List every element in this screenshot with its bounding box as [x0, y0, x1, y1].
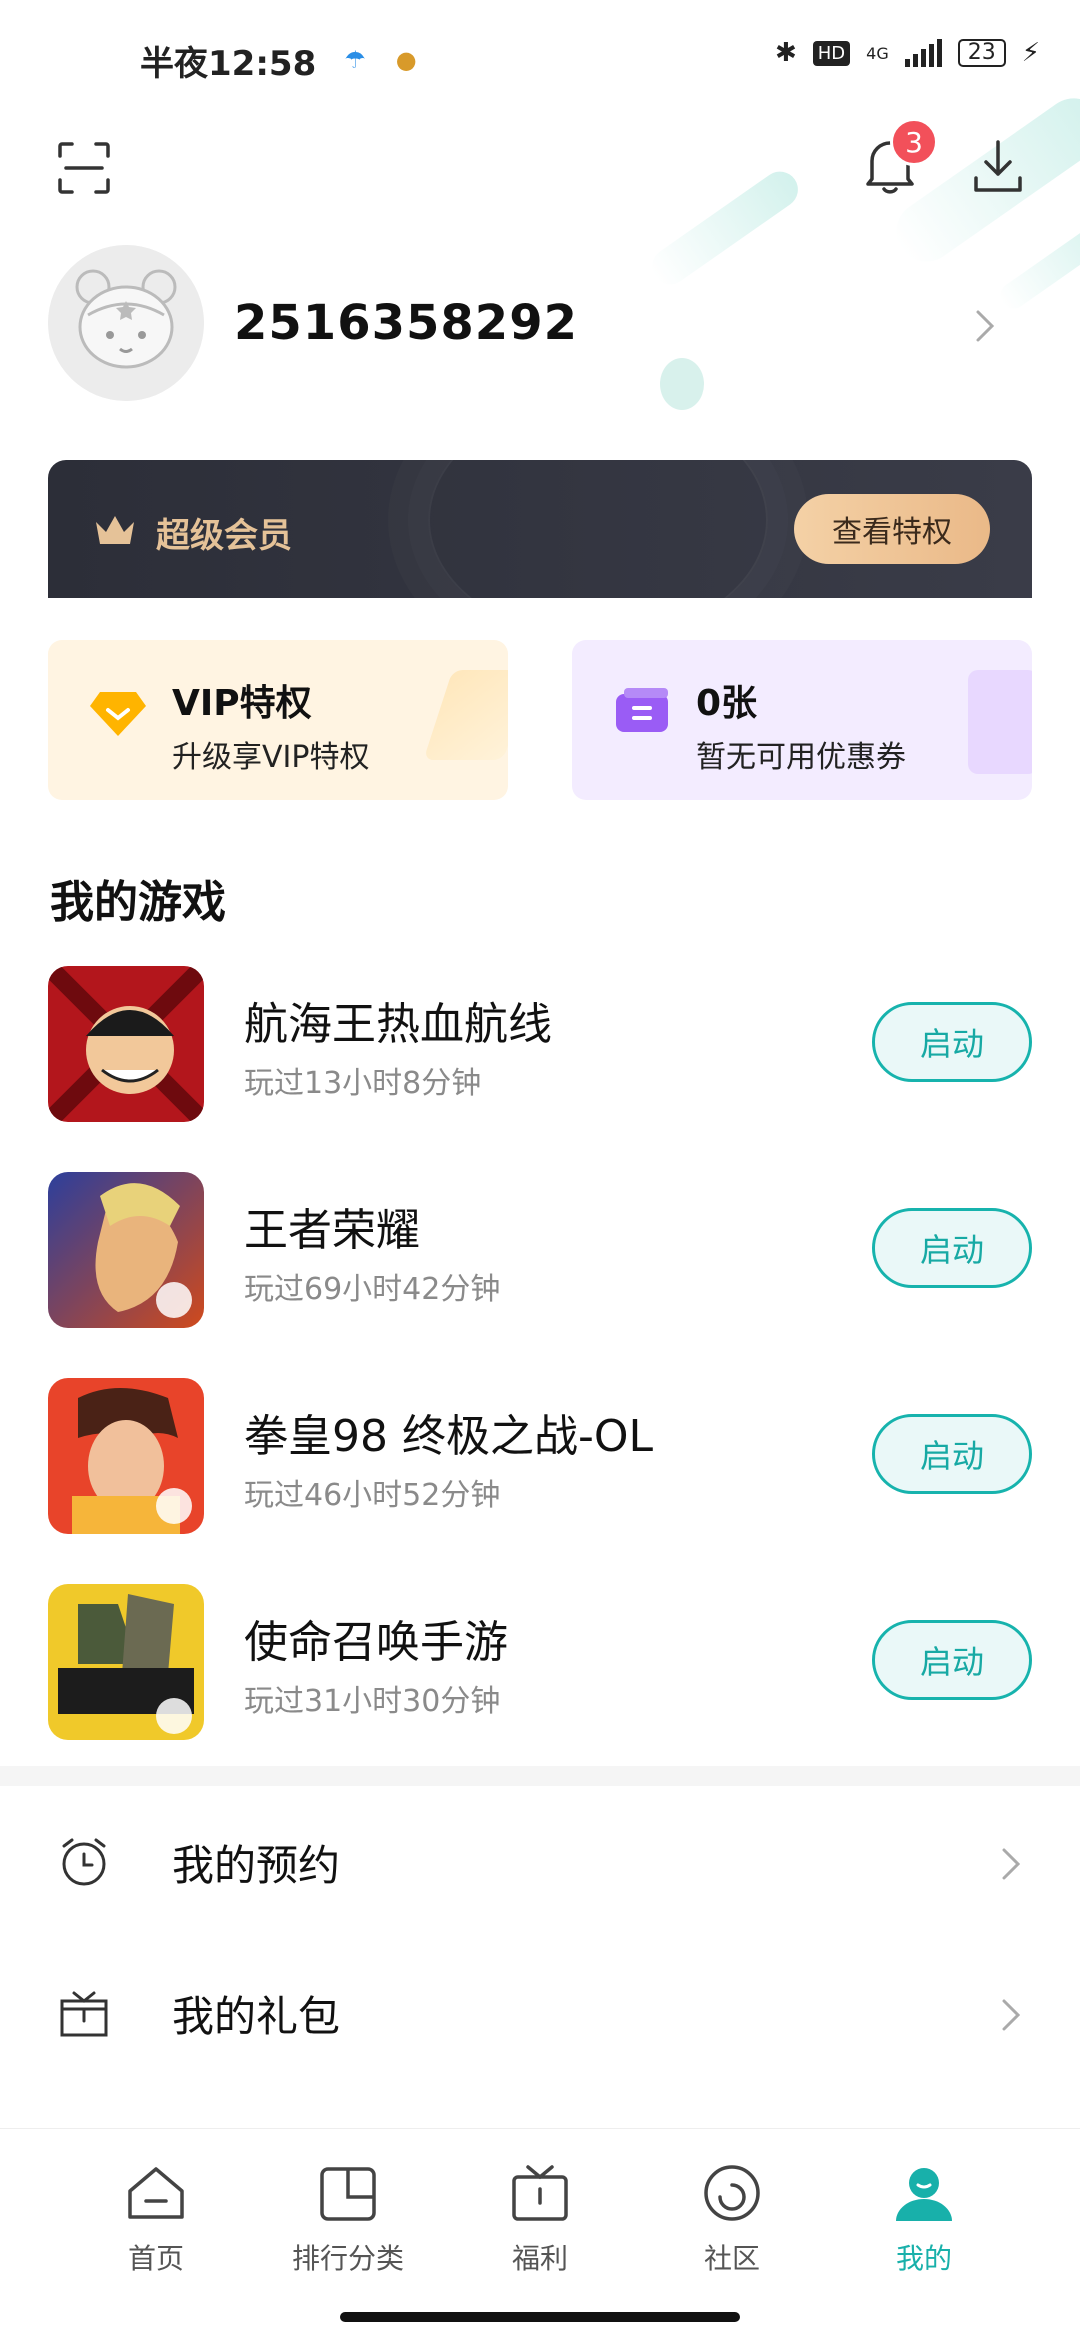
my-reservations-row[interactable]: 我的预约: [0, 1794, 1080, 1924]
decorative-stripe: [645, 164, 805, 292]
tab-me[interactable]: 我的: [844, 2161, 1004, 2291]
notification-badge: 3: [890, 118, 938, 166]
vip-privilege-subtitle: 升级享VIP特权: [172, 740, 370, 775]
game-name: 使命召唤手游: [244, 1617, 508, 1668]
scan-icon[interactable]: [56, 140, 112, 196]
diamond-icon: [90, 692, 146, 736]
game-playtime: 玩过46小时52分钟: [244, 1478, 501, 1513]
gift-box-icon: [512, 2165, 568, 2221]
status-indicators: ✱ HD 4G 23 ⚡: [775, 38, 1040, 68]
game-row[interactable]: 王者荣耀 玩过69小时42分钟 启动: [0, 1172, 1080, 1332]
game-playtime: 玩过31小时30分钟: [244, 1684, 501, 1719]
avatar-image: [48, 245, 204, 401]
gift-icon: [60, 1991, 108, 2037]
tab-rankings[interactable]: 排行分类: [268, 2161, 428, 2291]
launch-button[interactable]: 启动: [872, 1208, 1032, 1288]
menu-label: 我的礼包: [172, 1992, 341, 2041]
launch-button[interactable]: 启动: [872, 1620, 1032, 1700]
vip-privilege-title: VIP特权: [172, 683, 312, 724]
launch-button[interactable]: 启动: [872, 1002, 1032, 1082]
chevron-right-icon[interactable]: [972, 306, 998, 346]
decorative-shape: [968, 670, 1032, 774]
community-icon: [704, 2165, 760, 2221]
coupon-card[interactable]: 0张 暂无可用优惠券: [572, 640, 1032, 800]
my-games-title: 我的游戏: [50, 877, 226, 928]
tab-label: 首页: [127, 2242, 184, 2275]
launch-button[interactable]: 启动: [872, 1414, 1032, 1494]
chevron-right-icon: [1002, 1848, 1021, 1880]
tab-benefits[interactable]: 福利: [460, 2161, 620, 2291]
decorative-stripe: [995, 212, 1080, 314]
rankings-icon: [320, 2167, 376, 2221]
alarm-clock-icon: [62, 1838, 106, 1886]
game-name: 航海王热血航线: [244, 999, 552, 1050]
umbrella-icon: ☂: [344, 46, 366, 74]
view-privileges-button[interactable]: 查看特权: [794, 494, 990, 564]
avatar[interactable]: [48, 245, 204, 401]
tab-label: 我的: [895, 2242, 952, 2275]
game-icon-honor-of-kings[interactable]: [48, 1172, 204, 1328]
coupon-count: 0张: [696, 683, 758, 724]
coupon-icon: [616, 688, 668, 732]
bluetooth-icon: ✱: [774, 38, 797, 68]
game-row[interactable]: 使命召唤手游 玩过31小时30分钟 启动: [0, 1584, 1080, 1744]
tab-label: 社区: [703, 2242, 760, 2275]
bottom-tab-bar: 首页 排行分类 福利 社区 我的: [0, 2128, 1080, 2340]
battery-indicator: 23: [957, 39, 1006, 67]
super-vip-banner[interactable]: 超级会员 查看特权: [48, 460, 1032, 610]
decorative-rings: [428, 460, 768, 610]
download-icon[interactable]: [970, 138, 1026, 196]
home-icon: [128, 2167, 184, 2219]
tab-label: 福利: [511, 2242, 568, 2275]
vip-privilege-card[interactable]: VIP特权 升级享VIP特权: [48, 640, 508, 800]
tab-home[interactable]: 首页: [76, 2161, 236, 2291]
section-divider: [0, 1766, 1080, 1786]
signal-icon: [904, 39, 942, 67]
game-icon-one-piece[interactable]: [48, 966, 204, 1122]
charging-icon: ⚡: [1021, 38, 1040, 68]
game-name: 拳皇98 终极之战-OL: [244, 1411, 653, 1462]
coupon-subtitle: 暂无可用优惠券: [696, 740, 906, 775]
vip-title: 超级会员: [156, 516, 292, 556]
app-notification-icon: ●: [395, 46, 417, 74]
game-playtime: 玩过13小时8分钟: [244, 1066, 482, 1101]
game-icon-kof98[interactable]: [48, 1378, 204, 1534]
game-playtime: 玩过69小时42分钟: [244, 1272, 501, 1307]
hd-icon: HD: [812, 40, 851, 66]
decorative-dot: [660, 358, 704, 410]
crown-icon: [96, 516, 134, 544]
game-name: 王者荣耀: [244, 1205, 420, 1256]
user-icon: [896, 2168, 952, 2221]
network-type: 4G: [866, 43, 889, 63]
home-indicator[interactable]: [340, 2312, 740, 2322]
game-row[interactable]: 航海王热血航线 玩过13小时8分钟 启动: [0, 966, 1080, 1126]
game-row[interactable]: 拳皇98 终极之战-OL 玩过46小时52分钟 启动: [0, 1378, 1080, 1538]
status-time: 半夜12:58: [140, 43, 317, 84]
chevron-right-icon: [1002, 1999, 1021, 2031]
tab-label: 排行分类: [291, 2242, 404, 2275]
tab-community[interactable]: 社区: [652, 2161, 812, 2291]
game-icon-call-of-duty[interactable]: [48, 1584, 204, 1740]
decorative-shape: [423, 670, 508, 760]
menu-label: 我的预约: [172, 1841, 341, 1890]
my-gifts-row[interactable]: 我的礼包: [0, 1945, 1080, 2075]
user-id[interactable]: 2516358292: [234, 295, 578, 351]
